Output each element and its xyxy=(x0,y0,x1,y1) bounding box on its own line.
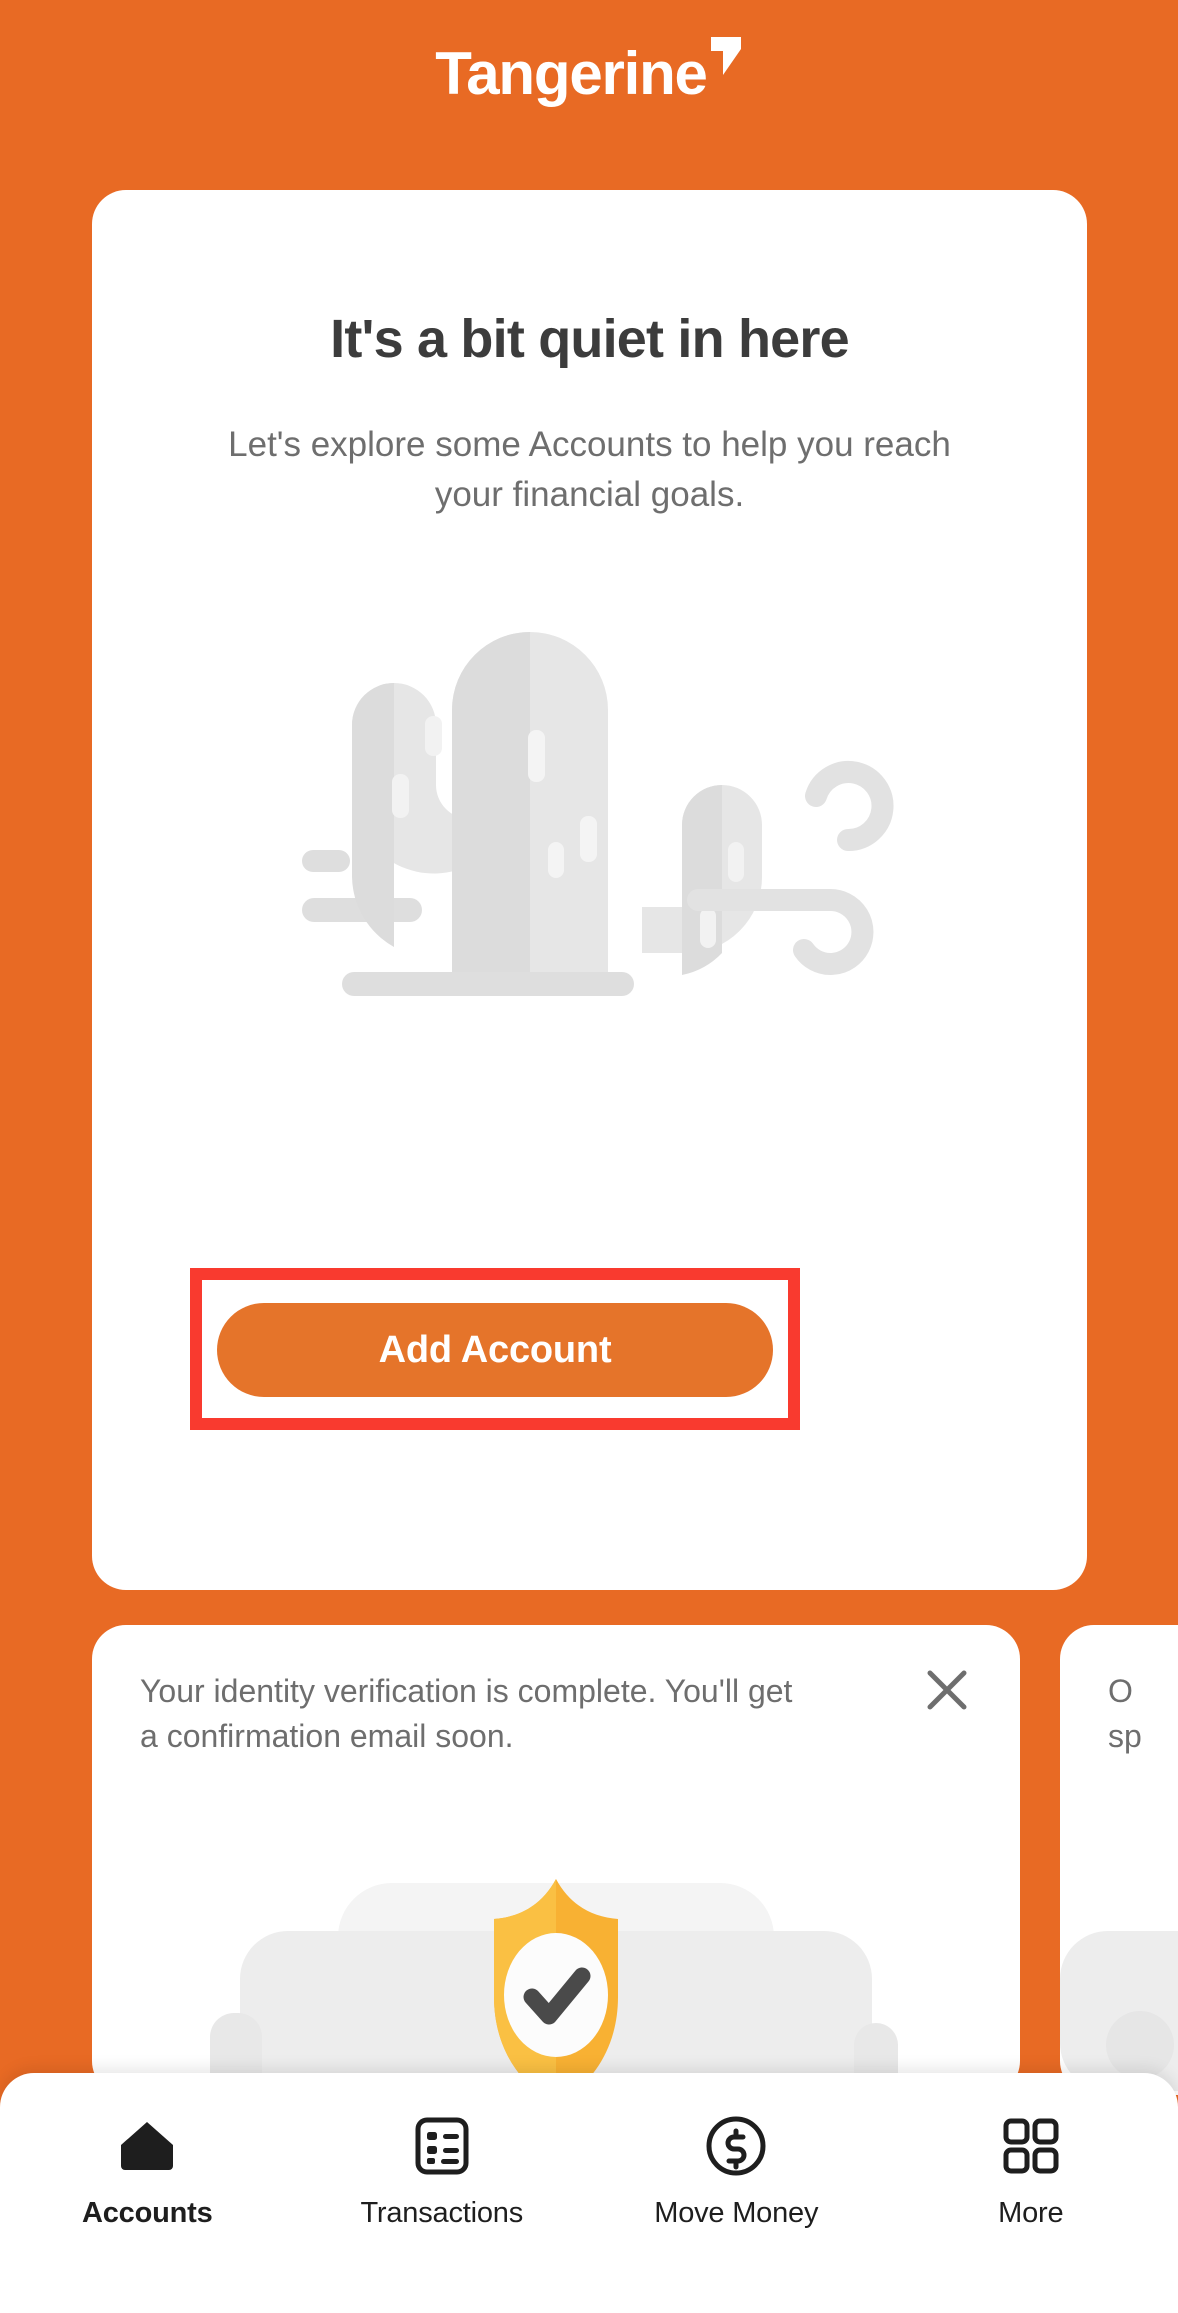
app-header: Tangerine xyxy=(0,35,1178,110)
dollar-circle-icon xyxy=(705,2115,767,2177)
empty-accounts-card: It's a bit quiet in here Let's explore s… xyxy=(92,190,1087,1590)
list-document-icon xyxy=(413,2115,471,2177)
page-title: It's a bit quiet in here xyxy=(330,309,850,369)
nav-label-move-money: Move Money xyxy=(654,2197,819,2229)
identity-verification-card: Your identity verification is complete. … xyxy=(92,1625,1020,2095)
nav-item-transactions[interactable]: Transactions xyxy=(295,2073,590,2263)
home-icon xyxy=(117,2115,177,2177)
grid-icon xyxy=(1002,2115,1060,2177)
close-icon[interactable] xyxy=(920,1663,974,1717)
nav-item-more[interactable]: More xyxy=(884,2073,1178,2263)
page-subtitle: Let's explore some Accounts to help you … xyxy=(228,425,951,514)
peek-card-illustration xyxy=(1060,1873,1178,2095)
next-carousel-card[interactable]: O sp xyxy=(1060,1625,1178,2095)
app-screen: Tangerine It's a bit quiet in here Let's… xyxy=(0,0,1178,2313)
cactus-illustration xyxy=(92,590,1087,1050)
nav-label-accounts: Accounts xyxy=(81,2197,213,2229)
add-account-button[interactable]: Add Account xyxy=(217,1303,773,1397)
tangerine-logo-text: Tangerine xyxy=(435,40,708,107)
tangerine-leaf-mark-icon xyxy=(709,35,743,82)
nav-item-accounts[interactable]: Accounts xyxy=(0,2073,295,2263)
peek-line-1: O xyxy=(1108,1673,1133,1709)
peek-line-2: sp xyxy=(1108,1718,1142,1755)
nav-label-more: More xyxy=(998,2197,1064,2229)
nav-item-move-money[interactable]: Move Money xyxy=(589,2073,884,2263)
shield-check-illustration xyxy=(92,1873,1020,2095)
bottom-navigation: Accounts Transactions Move Money More xyxy=(0,2073,1178,2313)
verification-message: Your identity verification is complete. … xyxy=(140,1673,793,1755)
nav-label-transactions: Transactions xyxy=(360,2197,524,2229)
peek-card-text: O sp xyxy=(1108,1669,1178,1760)
